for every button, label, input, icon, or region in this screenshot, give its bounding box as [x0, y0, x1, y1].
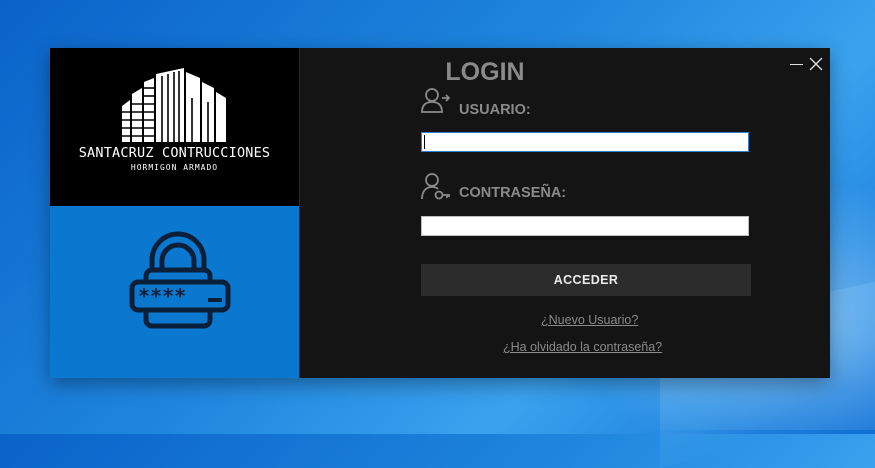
acceder-button[interactable]: ACCEDER	[421, 264, 751, 296]
minimize-button[interactable]	[790, 56, 804, 70]
login-title: LOGIN	[445, 58, 525, 86]
user-icon	[421, 88, 451, 113]
login-window: SANTACRUZ CONTRUCCIONES HORMIGON ARMADO …	[50, 48, 830, 378]
login-form-panel: LOGIN USUARIO: CONTRASEÑA: ACCEDER ¿Nuev…	[300, 48, 830, 378]
user-key-icon	[421, 173, 450, 200]
username-input[interactable]	[421, 132, 749, 152]
company-name: SANTACRUZ CONTRUCCIONES	[78, 145, 271, 161]
svg-text:****: ****	[138, 284, 186, 308]
username-label: USUARIO:	[459, 102, 531, 118]
close-button[interactable]	[808, 56, 824, 72]
company-tagline: HORMIGON ARMADO	[130, 163, 219, 172]
new-user-link[interactable]: ¿Nuevo Usuario?	[541, 313, 638, 327]
close-icon	[809, 57, 823, 71]
text-caret	[424, 135, 425, 149]
password-input[interactable]	[421, 216, 749, 236]
password-lock-icon: ****	[129, 231, 231, 329]
forgot-password-link[interactable]: ¿Ha olvidado la contraseña?	[503, 340, 662, 354]
branding-panel: SANTACRUZ CONTRUCCIONES HORMIGON ARMADO …	[50, 48, 299, 378]
lock-illustration-area: ****	[50, 206, 299, 378]
password-label: CONTRASEÑA:	[459, 185, 567, 201]
